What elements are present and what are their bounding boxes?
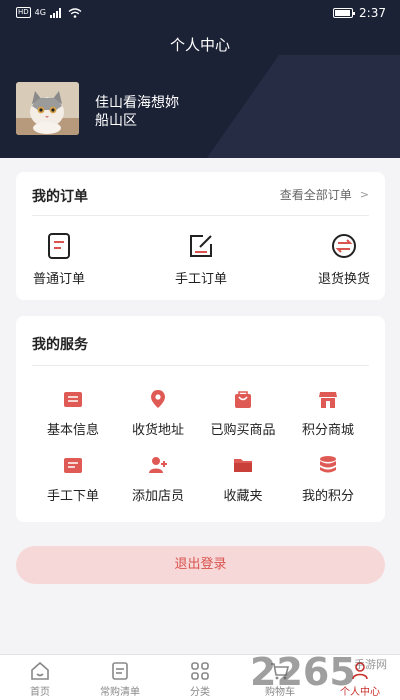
tab-label: 分类: [190, 687, 210, 698]
service-basic-info[interactable]: 基本信息: [30, 389, 116, 438]
cat-avatar-image: [16, 82, 79, 135]
wifi-icon: [68, 7, 82, 18]
manual-order-icon: [64, 458, 82, 473]
service-label: 收藏夹: [223, 489, 263, 504]
logout-button[interactable]: 退出登录: [16, 546, 385, 584]
profile-header: HD 4G 2:37 个人中心 佳山看海想妳 船山区: [0, 0, 400, 158]
clock: 2:37: [359, 6, 386, 20]
header-decoration: [180, 55, 400, 158]
service-label: 收货地址: [131, 423, 184, 438]
services-card: 我的服务 基本信息 收货地址 已购买商品 积分商城 手工下单 添加店员 收藏夹 …: [16, 316, 385, 522]
tab-label: 首页: [30, 687, 50, 698]
exchange-icon: [332, 234, 356, 258]
home-icon: [31, 661, 49, 680]
shopping-bag-icon: [235, 391, 251, 408]
tab-frequent-list[interactable]: 常购清单: [80, 661, 160, 698]
username: 佳山看海想妳: [95, 95, 179, 111]
order-type-manual[interactable]: 手工订单: [156, 232, 246, 287]
service-label: 积分商城: [301, 423, 354, 438]
site-watermark: 2265 手游网: [250, 650, 400, 700]
services-card-header: 我的服务: [32, 316, 369, 366]
network-type: 4G: [34, 8, 46, 17]
services-title: 我的服务: [32, 337, 88, 353]
location-pin-icon: [151, 390, 165, 408]
edit-icon: [190, 235, 212, 257]
view-all-orders-link[interactable]: 查看全部订单 >: [280, 186, 369, 203]
order-type-label: 普通订单: [32, 272, 85, 287]
service-points-mall[interactable]: 积分商城: [285, 389, 371, 438]
order-type-normal[interactable]: 普通订单: [14, 232, 104, 287]
hd-badge: HD: [16, 7, 31, 18]
folder-icon: [234, 459, 252, 472]
service-purchased-items[interactable]: 已购买商品: [200, 389, 286, 438]
service-label: 基本信息: [46, 423, 99, 438]
service-shipping-address[interactable]: 收货地址: [115, 389, 201, 438]
tab-category[interactable]: 分类: [160, 661, 240, 698]
service-label: 我的积分: [301, 489, 354, 504]
status-left: HD 4G: [16, 7, 82, 18]
service-add-staff[interactable]: 添加店员: [115, 455, 201, 504]
signal-icon: [49, 7, 61, 18]
status-right: 2:37: [333, 6, 386, 20]
order-type-return[interactable]: 退货换货: [299, 232, 389, 287]
list-icon: [112, 662, 128, 680]
service-label: 手工下单: [46, 489, 99, 504]
tab-label: 常购清单: [100, 687, 140, 698]
info-card-icon: [64, 392, 82, 407]
user-district: 船山区: [95, 113, 137, 129]
watermark-number: 2265: [250, 650, 356, 694]
service-manual-order[interactable]: 手工下单: [30, 455, 116, 504]
service-label: 已购买商品: [210, 423, 276, 438]
add-user-icon: [149, 457, 167, 473]
order-type-label: 手工订单: [174, 272, 227, 287]
watermark-text: 手游网: [354, 658, 387, 671]
battery-icon: [333, 8, 356, 18]
store-icon: [319, 392, 337, 408]
service-label: 添加店员: [131, 489, 184, 504]
view-all-orders-label: 查看全部订单: [279, 188, 352, 202]
orders-title: 我的订单: [32, 189, 88, 205]
chevron-right-icon: >: [359, 188, 369, 201]
service-my-points[interactable]: 我的积分: [285, 455, 371, 504]
document-icon: [48, 233, 70, 259]
coins-icon: [320, 456, 336, 473]
service-favorites[interactable]: 收藏夹: [200, 455, 286, 504]
tab-home[interactable]: 首页: [0, 661, 80, 698]
page-title: 个人中心: [169, 36, 230, 54]
orders-card: 我的订单 查看全部订单 > 普通订单 手工订单 退货换货: [16, 172, 385, 300]
avatar[interactable]: [16, 82, 79, 135]
order-type-label: 退货换货: [317, 272, 370, 287]
orders-card-header: 我的订单 查看全部订单 >: [32, 172, 369, 216]
status-bar: HD 4G 2:37: [0, 0, 400, 26]
grid-icon: [191, 662, 209, 680]
